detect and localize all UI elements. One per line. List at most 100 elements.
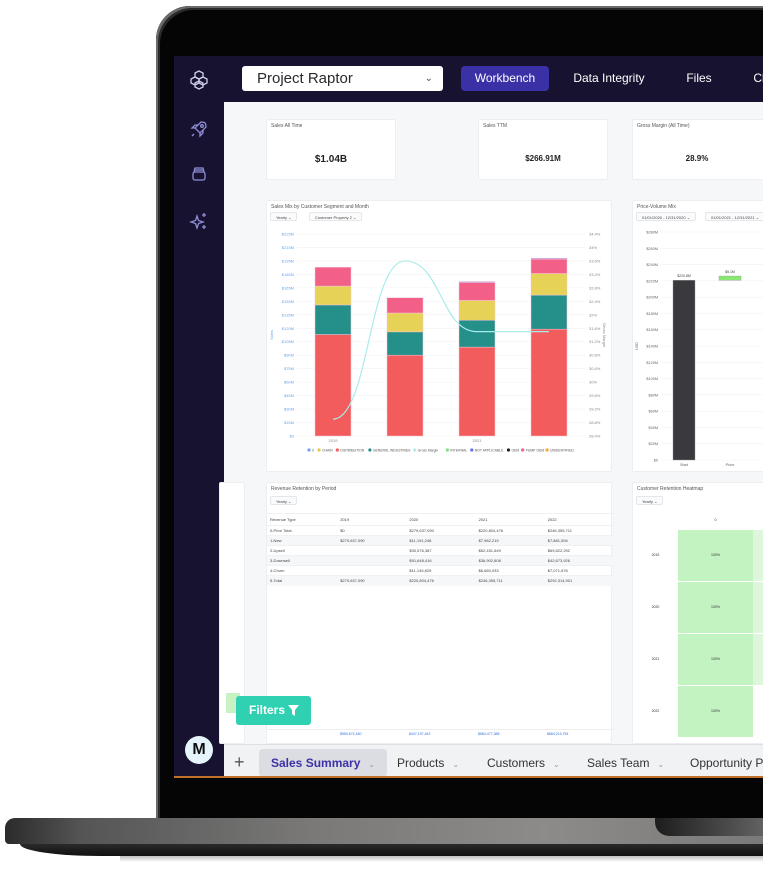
period-dropdown[interactable]: Yearly ⌄ — [636, 496, 664, 505]
legend-marker — [317, 448, 321, 452]
sales-mix-chart-card: Sales Mix by Customer Segment and Month … — [266, 200, 612, 472]
y-tick-label: $210M — [282, 245, 294, 250]
tab-label: Sales Team — [587, 756, 650, 770]
column-header[interactable]: Revenue Type — [267, 513, 338, 526]
funnel-icon — [288, 705, 299, 716]
sheet-tab-sales-team[interactable]: Sales Team ⌄ — [575, 749, 676, 776]
sparkles-icon[interactable] — [189, 211, 209, 231]
heatmap-row-label: 2019 — [651, 553, 660, 557]
y-tick-label: $100M — [646, 377, 658, 381]
x-tick-label: Start — [680, 463, 689, 467]
y-tick-label: $220M — [646, 279, 658, 283]
y-tick-label: $150M — [282, 299, 294, 304]
heatmap-column-header: 0 — [714, 518, 717, 522]
heatmap-cell[interactable]: 100% — [678, 634, 753, 685]
revenue-retention-table: Revenue Type 2019 2020 2021 2022 0-Prior… — [267, 513, 614, 586]
value-cell: $220,804,476 — [475, 525, 545, 536]
bar-segment-chain — [386, 312, 424, 333]
revenue-retention-card: Revenue Retention by Period Yearly ⌄ Rev… — [266, 482, 614, 744]
heatmap-cell[interactable] — [753, 530, 763, 581]
y-tick-label: $80M — [649, 393, 659, 397]
chart-title: Price-Volume Mix — [637, 204, 676, 210]
heatmap-cell[interactable] — [753, 582, 763, 633]
archive-icon[interactable] — [189, 164, 209, 184]
bar-segment-not-applicable — [530, 257, 568, 260]
period-b-dropdown[interactable]: 01/01/2021 - 12/31/2021 ⌄ — [705, 212, 763, 221]
bar-segment-chain — [314, 285, 352, 306]
chevron-down-icon[interactable]: ⌄ — [368, 760, 375, 769]
bar-data-label: $5.1M — [725, 270, 735, 274]
y-tick-label: $0 — [654, 459, 658, 463]
nav-tab-files[interactable]: Files — [674, 66, 724, 91]
y2-tick-label: 30.8% — [589, 353, 601, 358]
column-header[interactable]: 2020 — [406, 513, 476, 526]
value-cell: $69,822,292 — [544, 545, 614, 556]
table-row: 1-New $279,637,090 $11,191,248 $7,982,219 $7… — [267, 535, 614, 546]
period-a-dropdown[interactable]: 01/01/2020 - 12/31/2020 ⌄ — [636, 212, 697, 221]
legend-marker — [307, 448, 311, 452]
value-cell: $11,145,829 — [406, 565, 476, 576]
filters-button[interactable]: Filters — [236, 696, 311, 725]
y-tick-label: $40M — [649, 426, 659, 430]
kpi-title: Sales All Time — [271, 123, 303, 129]
column-header[interactable]: 2021 — [475, 513, 545, 526]
bar-segment-distribution — [458, 346, 496, 437]
period-dropdown[interactable]: Yearly ⌄ — [270, 212, 298, 221]
project-selector[interactable]: Project Raptor ⌄ — [242, 66, 443, 91]
value-cell: $42,673,926 — [544, 555, 614, 566]
sheet-tab-bar: + Sales Summary ⌄ Products ⌄ Customers ⌄ Sa… — [224, 744, 763, 776]
chevron-down-icon[interactable]: ⌄ — [452, 760, 459, 769]
heatmap-cell[interactable]: 100% — [678, 686, 753, 737]
legend-label: INTERNAL — [450, 448, 467, 452]
row-label-cell: 0-Prior Total — [267, 525, 338, 536]
nav-tab-data-integrity[interactable]: Data Integrity — [564, 66, 654, 91]
table-row: 2-Upsell $30,576,387 $62,451,649 $69,822,29… — [267, 545, 614, 556]
heatmap-cell[interactable] — [753, 686, 763, 737]
heatmap-row-label: 2020 — [651, 605, 660, 609]
column-header[interactable]: 2022 — [544, 513, 614, 526]
value-cell — [337, 565, 407, 576]
y2-tick-label: 32.4% — [589, 299, 601, 304]
rocket-icon[interactable] — [189, 119, 209, 139]
value-cell: $62,451,649 — [475, 545, 545, 556]
sidebar: M — [174, 56, 224, 776]
sheet-tab-sales-summary[interactable]: Sales Summary ⌄ — [259, 749, 388, 776]
sheet-tab-customers[interactable]: Customers ⌄ — [475, 749, 572, 776]
sheet-tab-products[interactable]: Products ⌄ — [385, 749, 471, 776]
laptop-mockup: M Project Raptor ⌄ Workbench Data Integr… — [0, 0, 763, 891]
totals-row: $559,674,180 $447,197,442 $584,477,388 $… — [267, 729, 614, 739]
value-cell: $7,982,219 — [475, 535, 545, 546]
nav-tab-workbench[interactable]: Workbench — [461, 66, 549, 91]
nav-tab-cl[interactable]: Cl — [744, 66, 763, 91]
y2-tick-label: 34.4% — [589, 232, 601, 237]
heatmap-cell[interactable]: 100% — [678, 582, 753, 633]
table-row: 3-Downsell $91,648,416 $36,902,808 $42,673,… — [267, 555, 614, 566]
column-header[interactable]: 2019 — [337, 513, 407, 526]
total-cell: $684,219,754 — [547, 732, 569, 736]
table-row: 0-Prior Total $0 $279,637,090 $220,804,476 $… — [267, 525, 614, 536]
total-cell: $447,197,442 — [409, 732, 431, 736]
bar-segment-pump-oem — [530, 258, 568, 274]
logo-hexagons-icon[interactable] — [189, 70, 209, 90]
y-tick-label: $180M — [646, 312, 658, 316]
laptop-shadow — [120, 856, 763, 862]
y-tick-label: $140M — [646, 345, 658, 349]
row-label-cell: 2-Upsell — [267, 545, 338, 556]
chevron-down-icon[interactable]: ⌄ — [657, 760, 664, 769]
heatmap-cell[interactable] — [753, 634, 763, 685]
legend-label: GENERAL INDUSTRIES — [373, 448, 411, 452]
sheet-tab-opportunity[interactable]: Opportunity Pi — [678, 749, 763, 776]
add-sheet-plus-icon[interactable]: + — [234, 752, 245, 773]
period-dropdown[interactable]: Yearly ⌄ — [270, 496, 298, 505]
user-avatar[interactable]: M — [185, 736, 213, 764]
value-cell: $11,191,248 — [406, 535, 476, 546]
y-axis-label: USD — [635, 342, 639, 350]
total-cell: $584,477,388 — [478, 732, 500, 736]
row-label-cell: 5-Total — [267, 575, 338, 586]
heatmap-cell[interactable]: 100% — [678, 530, 753, 581]
segment-dropdown[interactable]: Customer Property 2 ⌄ — [309, 212, 363, 221]
chevron-down-icon[interactable]: ⌄ — [553, 760, 560, 769]
y2-tick-label: 33.2% — [589, 272, 601, 277]
y2-tick-label: 30.4% — [589, 366, 601, 371]
legend-marker — [470, 448, 474, 452]
